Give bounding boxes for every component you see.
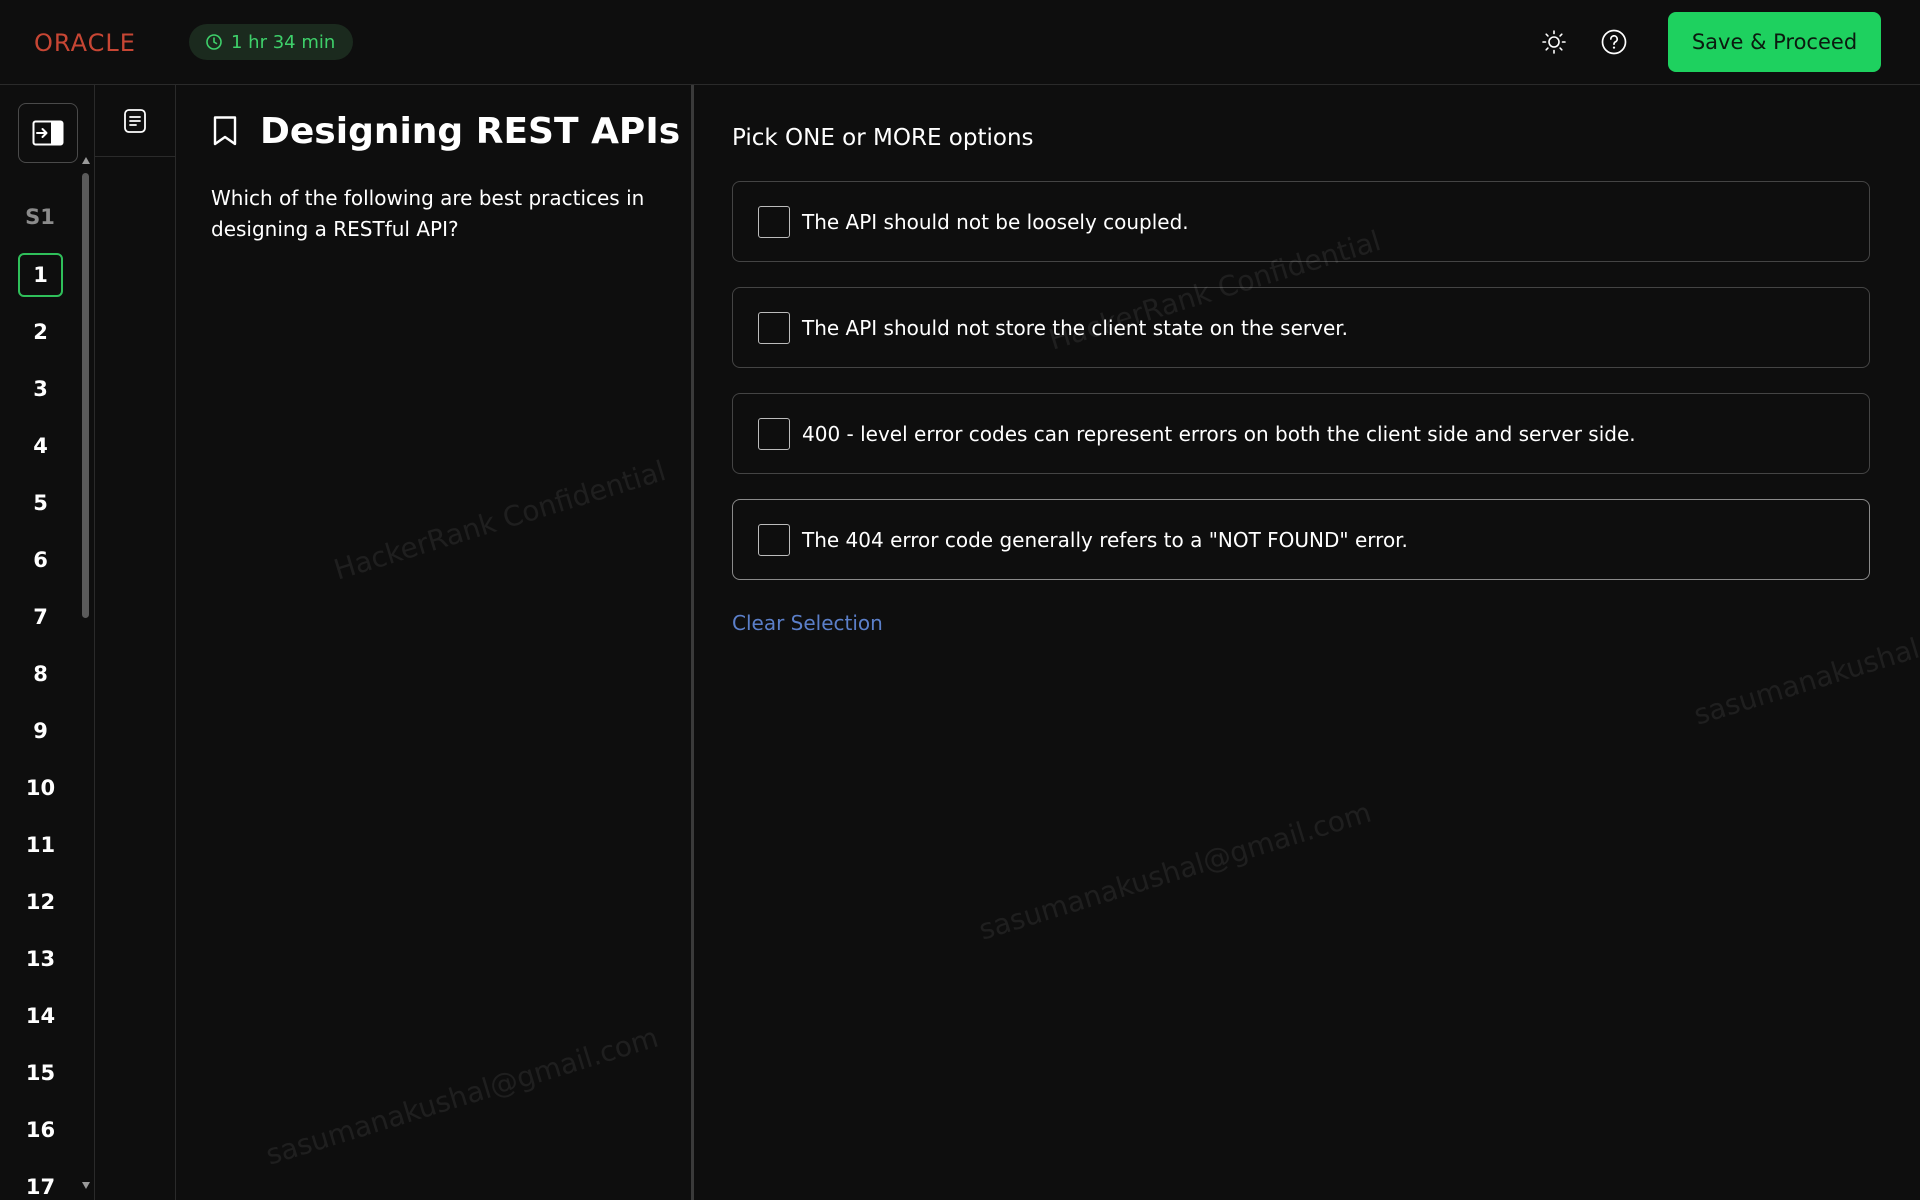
- question-nav-item[interactable]: 2: [18, 310, 63, 354]
- bookmark-icon[interactable]: [212, 115, 238, 147]
- answer-panel: Pick ONE or MORE options The API should …: [697, 85, 1920, 1200]
- answer-instruction: Pick ONE or MORE options: [732, 125, 1034, 151]
- question-nav-item[interactable]: 11: [18, 823, 63, 867]
- scrollbar-thumb[interactable]: [82, 173, 89, 618]
- answer-option[interactable]: The API should not store the client stat…: [732, 287, 1870, 368]
- question-nav-item[interactable]: 10: [18, 766, 63, 810]
- theme-toggle-button[interactable]: [1537, 25, 1571, 59]
- scroll-up-arrow-icon[interactable]: [82, 157, 90, 164]
- answer-option[interactable]: 400 - level error codes can represent er…: [732, 393, 1870, 474]
- option-label: The API should not store the client stat…: [802, 315, 1348, 340]
- question-nav-item[interactable]: 13: [18, 937, 63, 981]
- question-circle-icon: [1601, 29, 1627, 55]
- navigator-scrollbar[interactable]: [81, 85, 90, 1189]
- option-checkbox[interactable]: [758, 205, 790, 238]
- question-nav-item[interactable]: 3: [18, 367, 63, 411]
- timer-text: 1 hr 34 min: [231, 31, 336, 53]
- app: ORACLE 1 hr 34 min Save & Proceed S1 1 2…: [0, 0, 1920, 1200]
- question-nav-item[interactable]: 5: [18, 481, 63, 525]
- document-list-icon: [124, 108, 146, 133]
- question-nav-item[interactable]: 14: [18, 994, 63, 1038]
- question-nav-item[interactable]: 15: [18, 1051, 63, 1095]
- oracle-logo: ORACLE: [34, 29, 136, 57]
- save-proceed-button[interactable]: Save & Proceed: [1668, 12, 1881, 72]
- top-bar: ORACLE 1 hr 34 min Save & Proceed: [0, 0, 1920, 85]
- question-nav-item[interactable]: 7: [18, 595, 63, 639]
- option-checkbox[interactable]: [758, 417, 790, 450]
- clock-icon: [206, 34, 222, 50]
- scroll-down-arrow-icon[interactable]: [82, 1182, 90, 1189]
- question-list-tab[interactable]: [95, 85, 175, 157]
- option-label: The API should not be loosely coupled.: [802, 209, 1189, 234]
- collapse-panel-button[interactable]: [18, 103, 78, 163]
- option-label: 400 - level error codes can represent er…: [802, 421, 1636, 446]
- question-nav-item[interactable]: 6: [18, 538, 63, 582]
- question-nav-item[interactable]: 1: [18, 253, 63, 297]
- help-button[interactable]: [1597, 25, 1631, 59]
- question-nav-item[interactable]: 17: [18, 1165, 63, 1200]
- option-label: The 404 error code generally refers to a…: [802, 527, 1408, 552]
- secondary-rail: [95, 85, 176, 1200]
- question-nav-item[interactable]: 8: [18, 652, 63, 696]
- question-title: Designing REST APIs: [260, 111, 681, 152]
- logo-text: ORACLE: [34, 29, 136, 57]
- timer-badge: 1 hr 34 min: [189, 24, 354, 60]
- panel-expand-icon: [32, 120, 64, 146]
- sun-icon: [1542, 30, 1566, 54]
- answer-option[interactable]: The 404 error code generally refers to a…: [732, 499, 1870, 580]
- question-nav-item[interactable]: 4: [18, 424, 63, 468]
- question-navigator: S1 1 2 3 4 5 6 7 8 9 10 11 12 13 14 15 1…: [0, 85, 95, 1200]
- section-label: S1: [25, 205, 55, 229]
- question-nav-item[interactable]: 16: [18, 1108, 63, 1152]
- question-nav-item[interactable]: 12: [18, 880, 63, 924]
- option-checkbox[interactable]: [758, 523, 790, 556]
- question-nav-item[interactable]: 9: [18, 709, 63, 753]
- page-scrollbar[interactable]: [1905, 85, 1920, 1200]
- question-panel: Designing REST APIs Which of the followi…: [176, 85, 694, 1200]
- answer-option[interactable]: The API should not be loosely coupled.: [732, 181, 1870, 262]
- option-checkbox[interactable]: [758, 311, 790, 344]
- question-text: Which of the following are best practice…: [211, 186, 645, 241]
- clear-selection-link[interactable]: Clear Selection: [732, 611, 883, 635]
